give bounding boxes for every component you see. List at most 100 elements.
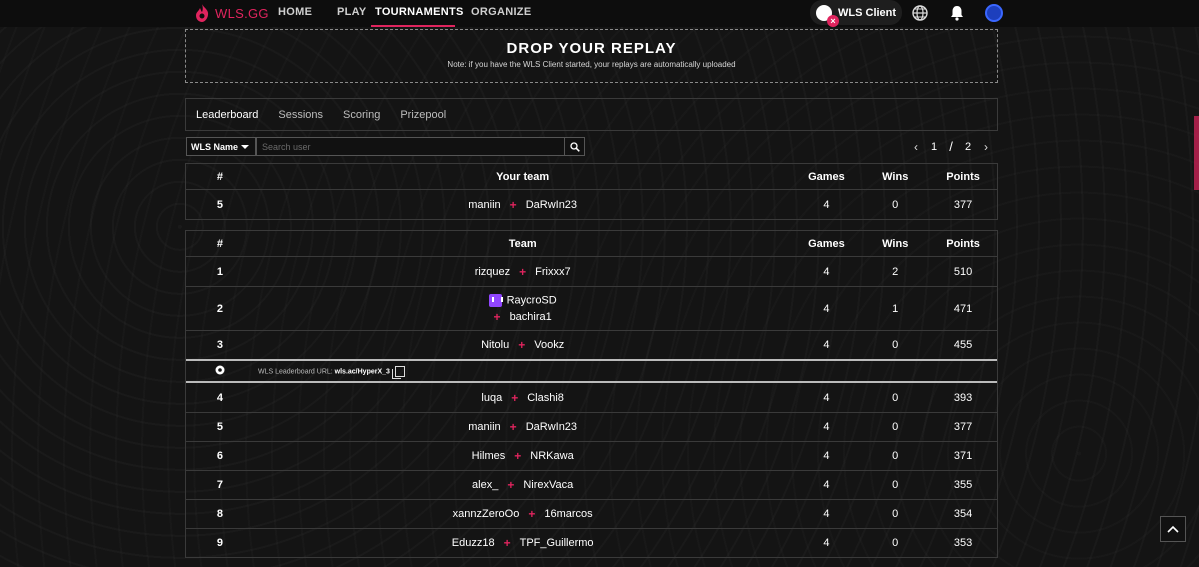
brand-logo[interactable]: WLS.GG [194, 4, 269, 22]
nav-organize[interactable]: ORGANIZE [455, 0, 541, 27]
table-row[interactable]: 9 Eduzz18 + TPF_Guillermo 4 0 353 [186, 528, 997, 557]
points-cell: 510 [953, 265, 973, 278]
plus-icon: + [503, 536, 511, 550]
player-name[interactable]: 16marcos [544, 508, 592, 520]
points-cell: 455 [953, 339, 973, 351]
table-row[interactable]: 6 Hilmes + NRKawa 4 0 371 [186, 441, 997, 470]
player-name[interactable]: Frixxx7 [535, 266, 570, 278]
table-row[interactable]: 3 Nitolu + Vookz 4 0 455 [186, 330, 997, 359]
table-row[interactable]: 8 xannzZeroOo + 16marcos 4 0 354 [186, 499, 997, 528]
page-total[interactable]: 2 [957, 141, 979, 153]
search-input[interactable] [256, 137, 565, 156]
client-avatar-icon: × [816, 4, 839, 27]
table-row[interactable]: 5 maniin + DaRwIn23 4 0 377 [186, 412, 997, 441]
tab-prizepool[interactable]: Prizepool [400, 109, 446, 121]
replay-drop-zone[interactable]: DROP YOUR REPLAY Note: if you have the W… [185, 29, 998, 83]
team-cell: rizquez + Frixxx7 [254, 265, 792, 279]
search-field-select[interactable]: WLS Name [186, 137, 256, 156]
games-cell: 4 [823, 391, 830, 404]
team-cell: alex_ + NirexVaca [254, 478, 792, 492]
tab-scoring[interactable]: Scoring [343, 109, 380, 121]
wins-cell: 0 [892, 339, 899, 351]
wins-cell: 0 [892, 198, 899, 211]
plus-icon: + [511, 390, 519, 405]
rank-cell: 8 [216, 508, 223, 520]
profile-avatar[interactable] [985, 4, 1003, 22]
table-row[interactable]: 2 RaycroSD + bachira1 4 1 471 [186, 286, 997, 330]
chevron-up-icon [1167, 525, 1179, 533]
player-name[interactable]: RaycroSD [507, 294, 557, 306]
plus-icon: + [514, 449, 522, 463]
twitch-icon[interactable] [488, 293, 503, 307]
brand-name: WLS.GG [215, 5, 269, 21]
col-games: Games [808, 237, 845, 250]
rank-cell: 6 [216, 450, 223, 462]
player-name[interactable]: DaRwIn23 [526, 199, 577, 211]
player-name[interactable]: Clashi8 [527, 392, 564, 404]
close-icon: × [827, 14, 839, 27]
tab-sessions[interactable]: Sessions [278, 109, 323, 121]
player-name[interactable]: alex_ [472, 479, 498, 491]
page-separator: / [949, 139, 953, 154]
nav-play[interactable]: PLAY [327, 0, 371, 27]
client-label: WLS Client [838, 6, 897, 19]
wins-cell: 0 [892, 537, 899, 549]
table-row[interactable]: 4 luqa + Clashi8 4 0 393 [186, 383, 997, 412]
your-team-table: # Your team Games Wins Points 5 maniin +… [185, 163, 998, 220]
player-name[interactable]: maniin [468, 421, 500, 433]
table-row[interactable]: 7 alex_ + NirexVaca 4 0 355 [186, 470, 997, 499]
player-name[interactable]: rizquez [475, 266, 510, 278]
player-name[interactable]: maniin [468, 199, 500, 211]
wls-client-button[interactable]: × WLS Client [810, 0, 902, 27]
chevron-left-icon[interactable]: ‹ [909, 140, 923, 154]
table-row[interactable]: 5 maniin + DaRwIn23 4 0 377 [186, 190, 997, 219]
games-cell: 4 [823, 421, 830, 433]
player-name[interactable]: NRKawa [530, 450, 573, 462]
rank-cell: 5 [216, 421, 223, 433]
points-cell: 354 [953, 508, 973, 520]
client-icon-cell [186, 365, 254, 377]
player-name[interactable]: xannzZeroOo [453, 508, 520, 520]
globe-icon[interactable] [911, 4, 929, 22]
nav-tournaments[interactable]: TOURNAMENTS [371, 0, 463, 27]
search-button[interactable] [564, 137, 585, 156]
tab-leaderboard[interactable]: Leaderboard [196, 109, 258, 121]
rank-cell: 7 [216, 479, 223, 491]
player-name[interactable]: Eduzz18 [452, 537, 495, 549]
player-name[interactable]: bachira1 [510, 311, 552, 323]
player-name[interactable]: Nitolu [481, 339, 509, 351]
col-rank: # [216, 237, 223, 250]
wins-cell: 0 [892, 450, 899, 462]
player-name[interactable]: Hilmes [472, 450, 506, 462]
url-value[interactable]: wls.ac/HyperX_3 [335, 368, 390, 375]
player-name[interactable]: DaRwIn23 [526, 421, 577, 433]
flame-logo-icon [196, 4, 209, 22]
rank-cell: 1 [216, 265, 223, 278]
main-nav: HOME PLAY TOURNAMENTS ORGANIZE [278, 0, 541, 27]
team-cell: maniin + DaRwIn23 [254, 420, 792, 434]
scroll-to-top-button[interactable] [1160, 516, 1186, 542]
wins-cell: 0 [892, 391, 899, 404]
page-current[interactable]: 1 [923, 141, 945, 153]
nav-home[interactable]: HOME [278, 0, 327, 27]
player-name[interactable]: TPF_Guillermo [520, 537, 594, 549]
wins-cell: 0 [892, 421, 899, 433]
plus-icon: + [493, 309, 501, 324]
bell-icon[interactable] [948, 4, 966, 22]
games-cell: 4 [823, 339, 830, 351]
table-row[interactable]: 1 rizquez + Frixxx7 4 2 510 [186, 257, 997, 286]
player-name[interactable]: luqa [481, 392, 502, 404]
search-icon [569, 141, 580, 152]
url-cell: WLS Leaderboard URL: wls.ac/HyperX_3 [254, 365, 405, 379]
rank-cell: 2 [216, 302, 223, 315]
wins-cell: 2 [892, 265, 899, 278]
wins-cell: 1 [892, 302, 899, 315]
table-header: # Team Games Wins Points [186, 231, 997, 257]
player-name[interactable]: NirexVaca [523, 479, 573, 491]
leaderboard-table: # Team Games Wins Points 1 rizquez + Fri… [185, 230, 998, 558]
table-header: # Your team Games Wins Points [186, 164, 997, 190]
copy-icon[interactable] [391, 365, 405, 379]
plus-icon: + [519, 264, 527, 279]
chevron-right-icon[interactable]: › [979, 140, 993, 154]
player-name[interactable]: Vookz [534, 339, 564, 351]
